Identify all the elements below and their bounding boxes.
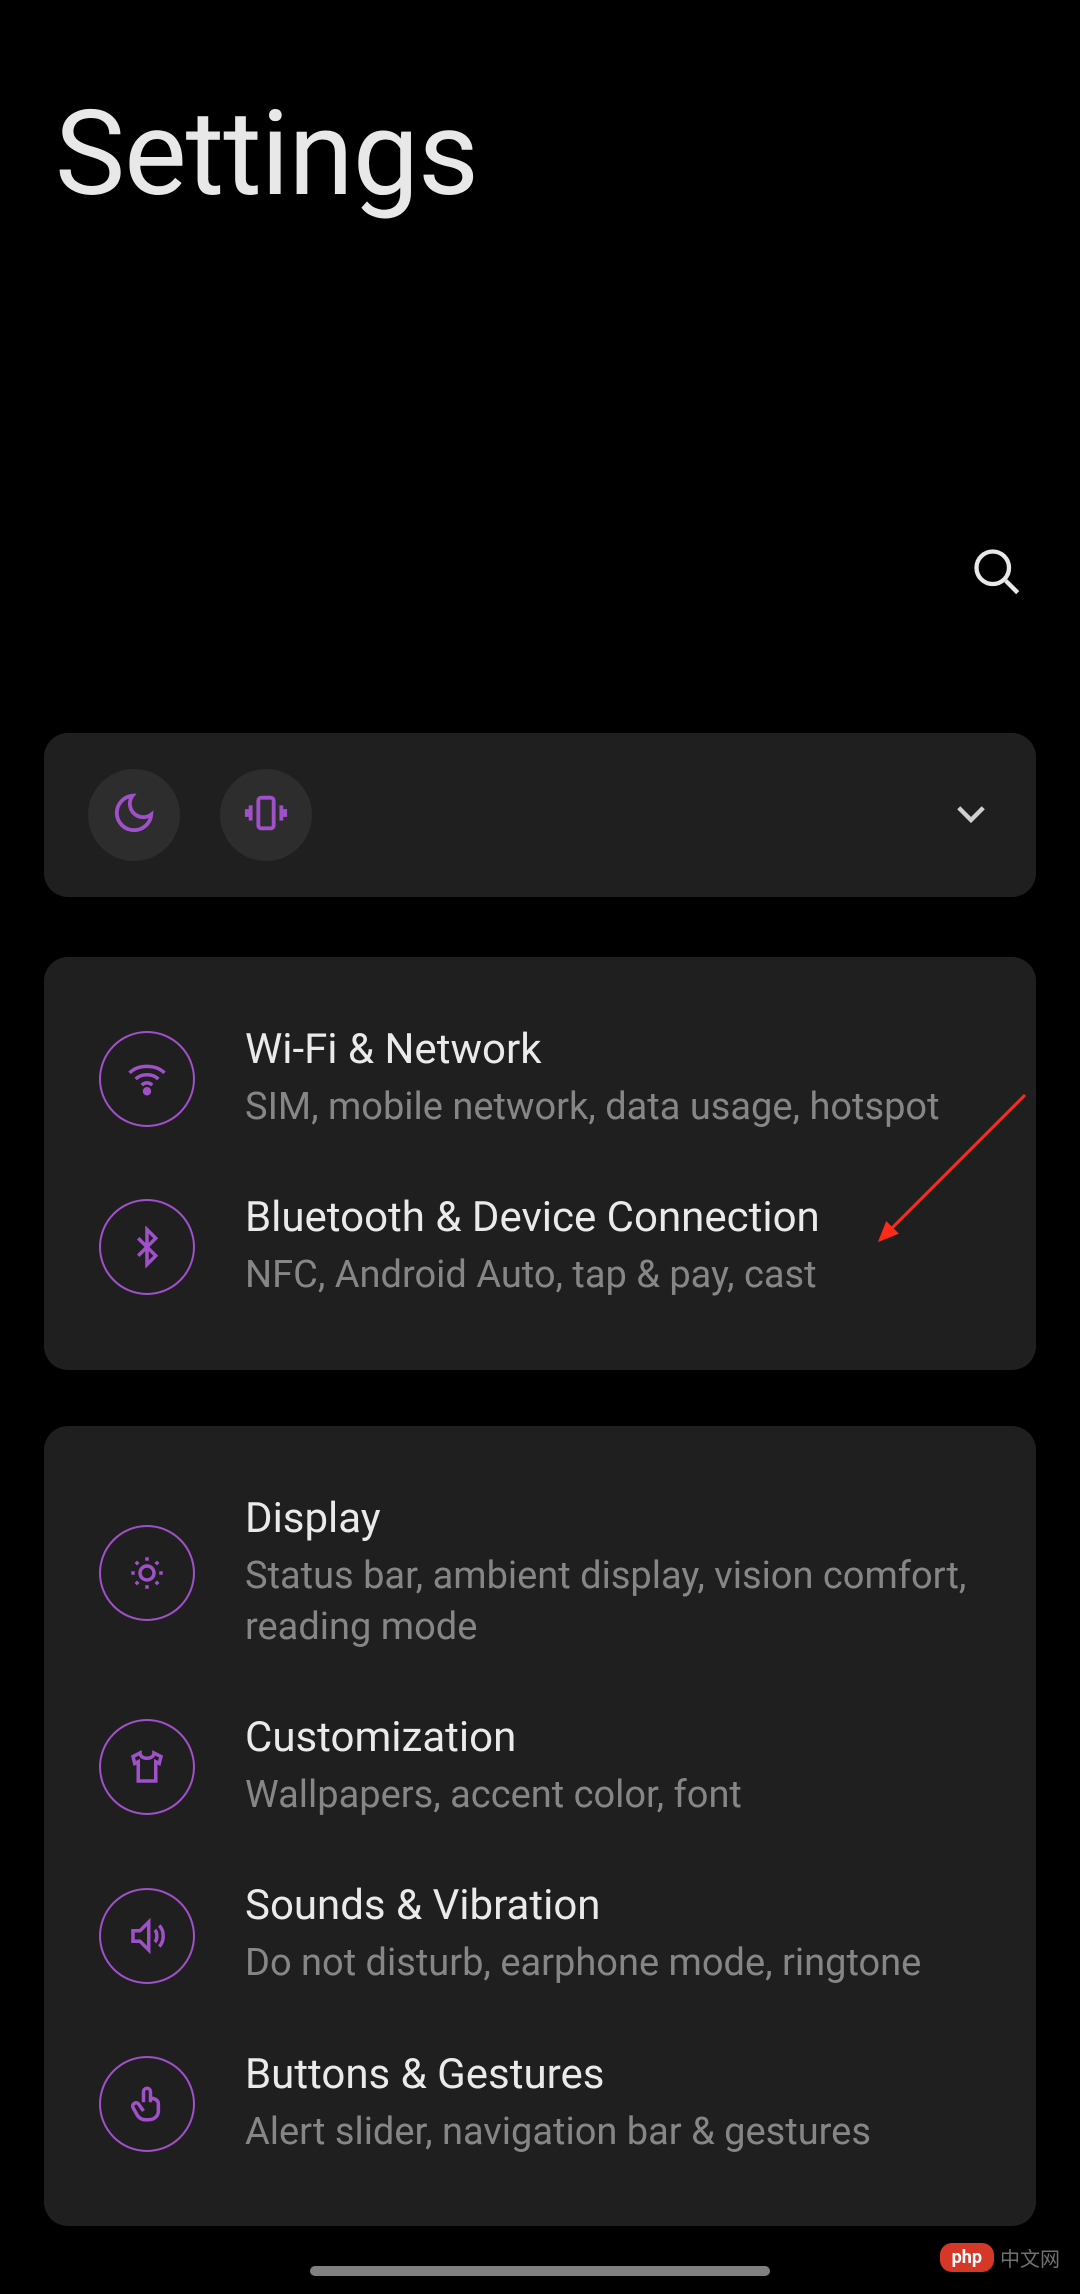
settings-item-buttons[interactable]: Buttons & Gestures Alert slider, navigat… [44,2020,1036,2188]
speaker-icon [99,1888,195,1984]
moon-icon [111,790,157,840]
shirt-icon [99,1719,195,1815]
settings-item-title: Display [245,1494,981,1543]
home-indicator[interactable] [310,2266,770,2276]
settings-item-subtitle: Status bar, ambient display, vision comf… [245,1551,981,1654]
settings-item-display[interactable]: Display Status bar, ambient display, vis… [44,1464,1036,1684]
settings-item-customization[interactable]: Customization Wallpapers, accent color, … [44,1683,1036,1851]
settings-item-subtitle: Alert slider, navigation bar & gestures [245,2107,871,2158]
settings-item-title: Customization [245,1713,742,1762]
wifi-icon [99,1031,195,1127]
vibrate-icon [243,790,289,840]
settings-item-sounds[interactable]: Sounds & Vibration Do not disturb, earph… [44,1851,1036,2019]
settings-group-connectivity: Wi-Fi & Network SIM, mobile network, dat… [44,957,1036,1370]
touch-icon [99,2056,195,2152]
search-icon [970,582,1022,601]
watermark-badge: php [940,2243,994,2272]
page-title: Settings [0,0,1080,223]
settings-group-device: Display Status bar, ambient display, vis… [44,1426,1036,2226]
brightness-icon [99,1525,195,1621]
watermark: php 中文网 [940,2243,1060,2272]
settings-item-bluetooth[interactable]: Bluetooth & Device Connection NFC, Andro… [44,1163,1036,1331]
watermark-text: 中文网 [1000,2243,1060,2272]
quick-toggles-card[interactable] [44,733,1036,897]
settings-item-wifi[interactable]: Wi-Fi & Network SIM, mobile network, dat… [44,995,1036,1163]
settings-item-title: Buttons & Gestures [245,2050,871,2099]
search-button[interactable] [970,545,1022,601]
vibrate-toggle[interactable] [220,769,312,861]
chevron-down-icon [950,792,992,838]
settings-item-title: Sounds & Vibration [245,1881,921,1930]
settings-item-title: Bluetooth & Device Connection [245,1193,820,1242]
settings-item-subtitle: SIM, mobile network, data usage, hotspot [245,1082,940,1133]
bluetooth-icon [99,1199,195,1295]
settings-item-title: Wi-Fi & Network [245,1025,940,1074]
settings-item-subtitle: NFC, Android Auto, tap & pay, cast [245,1250,820,1301]
settings-item-subtitle: Do not disturb, earphone mode, ringtone [245,1938,921,1989]
settings-item-subtitle: Wallpapers, accent color, font [245,1770,742,1821]
dnd-night-toggle[interactable] [88,769,180,861]
